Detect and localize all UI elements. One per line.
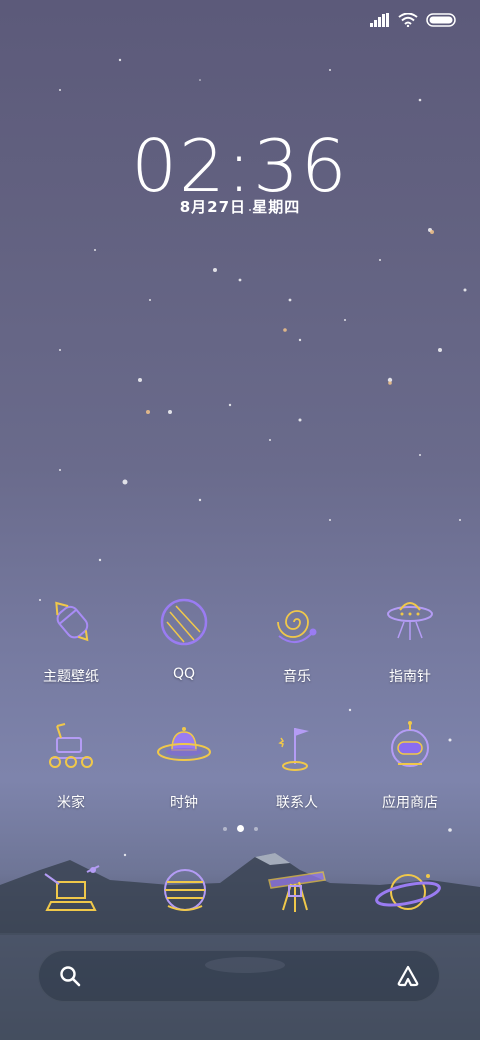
flag-icon: [278, 728, 309, 771]
app-music[interactable]: 音乐: [242, 592, 352, 686]
app-qq[interactable]: QQ: [129, 592, 239, 682]
app-label: 主题壁纸: [43, 669, 99, 685]
app-mijia[interactable]: 米家: [16, 718, 126, 812]
app-store[interactable]: 应用商店: [355, 718, 465, 812]
ufo-beam-icon: [387, 602, 433, 640]
lock-date: 8月27日 星期四: [179, 198, 301, 216]
striped-planet-icon[interactable]: [150, 862, 220, 922]
page-dot[interactable]: [222, 826, 227, 831]
signal-icon: [370, 13, 389, 27]
ufo-dome-icon: [157, 727, 211, 761]
ringed-planet-icon[interactable]: [373, 862, 443, 922]
spiral-galaxy-icon: [277, 610, 317, 643]
app-label: QQ: [172, 666, 196, 682]
page-dot[interactable]: [253, 826, 258, 831]
app-label: 音乐: [283, 669, 311, 685]
battery-icon: [426, 13, 456, 27]
app-compass[interactable]: 指南针: [355, 592, 465, 686]
wifi-icon: [398, 13, 418, 27]
assistant-icon[interactable]: [396, 964, 420, 988]
app-label: 指南针: [389, 669, 431, 685]
page-indicator[interactable]: [0, 825, 480, 832]
app-label: 米家: [57, 795, 85, 811]
rocket-icon: [55, 601, 89, 642]
page-dot-active[interactable]: [236, 825, 244, 832]
search-bar[interactable]: [38, 950, 440, 1002]
search-icon[interactable]: [58, 964, 82, 988]
app-label: 时钟: [170, 795, 198, 811]
planet-icon: [160, 598, 208, 646]
app-clock[interactable]: 时钟: [129, 718, 239, 812]
status-bar: [370, 10, 456, 30]
rover-icon: [49, 723, 93, 768]
satellite-icon[interactable]: [37, 862, 107, 922]
astronaut-helmet-icon: [391, 721, 429, 767]
app-theme-wallpaper[interactable]: 主题壁纸: [16, 592, 126, 686]
app-label: 应用商店: [382, 795, 438, 811]
app-contacts[interactable]: 联系人: [242, 718, 352, 812]
app-label: 联系人: [276, 795, 318, 811]
telescope-icon[interactable]: [263, 862, 333, 922]
